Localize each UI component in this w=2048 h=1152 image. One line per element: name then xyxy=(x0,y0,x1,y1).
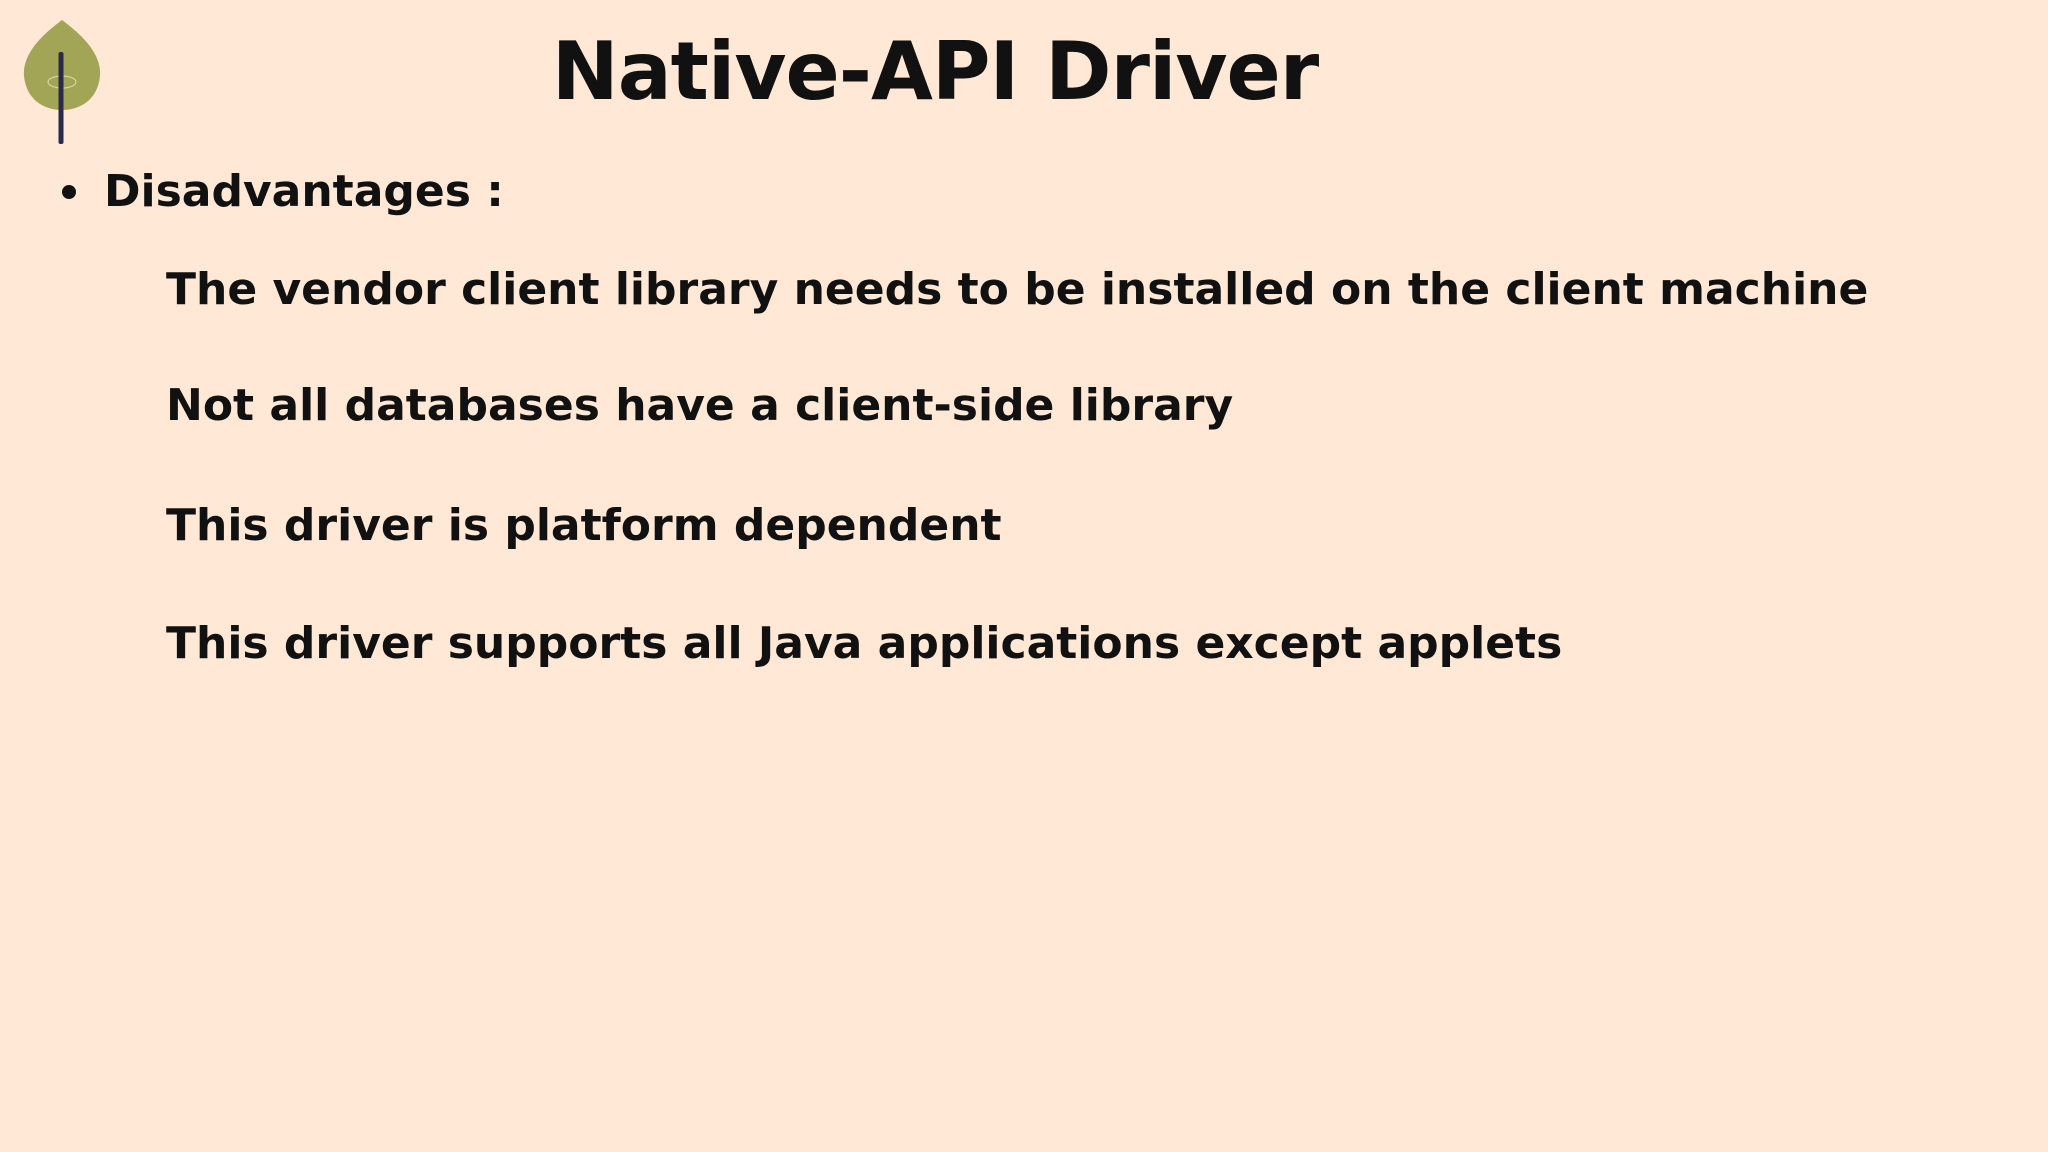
page-title: Native-API Driver xyxy=(551,25,1320,118)
disadvantage-item: This driver is platform dependent xyxy=(166,500,1002,551)
section-heading: Disadvantages : xyxy=(62,162,504,222)
bullet-dot-icon xyxy=(62,185,76,199)
slide: Native-API Driver Disadvantages : The ve… xyxy=(0,0,2048,1152)
section-label: Disadvantages : xyxy=(104,166,504,217)
disadvantage-item: This driver supports all Java applicatio… xyxy=(166,618,1563,669)
disadvantage-item: The vendor client library needs to be in… xyxy=(166,264,1869,315)
disadvantage-item: Not all databases have a client-side lib… xyxy=(166,380,1234,431)
